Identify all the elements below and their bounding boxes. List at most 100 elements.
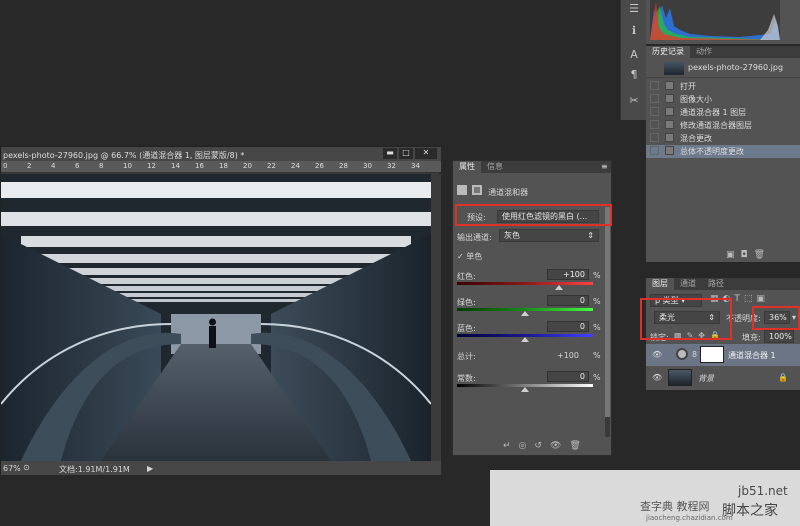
- history-item-selected[interactable]: 总体不透明度更改: [646, 145, 800, 158]
- eye-icon[interactable]: 👁: [652, 373, 662, 382]
- canvas-image[interactable]: [1, 174, 431, 461]
- output-channel-select[interactable]: 灰色 ⇕: [499, 229, 599, 242]
- ruler-tick-label: 14: [171, 162, 180, 170]
- reset-icon[interactable]: ↺: [534, 441, 550, 451]
- constant-value-input[interactable]: 0: [547, 371, 589, 382]
- layer-row-selected[interactable]: 👁 8 通道混合器 1: [646, 344, 800, 366]
- panel-menu-icon[interactable]: ≡: [601, 162, 608, 171]
- red-percent: %: [593, 271, 601, 280]
- blue-slider-thumb[interactable]: [521, 337, 529, 342]
- green-value-input[interactable]: 0: [547, 295, 589, 306]
- ruler-tick-label: 34: [411, 162, 420, 170]
- close-button[interactable]: ✕: [415, 148, 437, 159]
- view-previous-icon[interactable]: ◎: [519, 441, 535, 451]
- fill-label: 填充:: [742, 333, 761, 342]
- green-label: 绿色:: [457, 298, 476, 307]
- history-step-icon: [665, 146, 674, 155]
- history-checkbox[interactable]: [650, 133, 659, 142]
- visibility-icon[interactable]: 👁: [550, 441, 569, 451]
- minimize-button[interactable]: ▬: [383, 148, 397, 159]
- green-slider-thumb[interactable]: [521, 311, 529, 316]
- tab-layers[interactable]: 图层: [646, 278, 674, 290]
- zoom-level[interactable]: 67%: [3, 464, 21, 473]
- history-item[interactable]: 图像大小: [646, 93, 800, 106]
- ruler-tick-label: 4: [51, 162, 56, 170]
- properties-scroll-thumb[interactable]: [605, 207, 610, 417]
- history-item[interactable]: 混合更改: [646, 132, 800, 145]
- history-item[interactable]: 打开: [646, 80, 800, 93]
- layers-tabbar: 图层 通道 路径: [646, 278, 800, 290]
- document-title: pexels-photo-27960.jpg @ 66.7% (通道混合器 1,…: [3, 151, 245, 160]
- fill-input[interactable]: 100%: [764, 330, 794, 343]
- history-checkbox[interactable]: [650, 81, 659, 90]
- character-icon[interactable]: A: [623, 48, 645, 61]
- ruler-tick-label: 24: [291, 162, 300, 170]
- red-value-input[interactable]: +100: [547, 269, 589, 280]
- watermark: 查字典 教程网 jb51.net 脚本之家 jiaocheng.chazidia…: [490, 470, 800, 526]
- history-list: 打开 图像大小 通道混合器 1 图层 修改通道混合器图层 混合更改 总体不透明度…: [646, 80, 800, 158]
- status-menu-arrow[interactable]: ▶: [147, 464, 153, 473]
- tool-presets-icon[interactable]: ✂: [623, 94, 645, 107]
- properties-title: 通道混和器: [488, 188, 529, 197]
- tab-history[interactable]: 历史记录: [646, 46, 690, 58]
- eye-icon[interactable]: 👁: [652, 350, 662, 359]
- type-filter-icon[interactable]: T: [734, 294, 744, 304]
- tab-properties[interactable]: 属性: [453, 161, 481, 173]
- properties-scrollbar[interactable]: [605, 207, 610, 437]
- snapshot-thumbnail: [664, 62, 684, 75]
- history-checkbox[interactable]: [650, 120, 659, 129]
- blue-label: 蓝色:: [457, 324, 476, 333]
- red-slider-track[interactable]: [457, 282, 593, 285]
- history-snapshot[interactable]: pexels-photo-27960.jpg: [646, 60, 800, 78]
- lock-icon: 🔒: [778, 373, 788, 382]
- adjustment-icon: [457, 185, 467, 195]
- red-slider-thumb[interactable]: [555, 285, 563, 290]
- ruler-tick-label: 22: [267, 162, 276, 170]
- history-item[interactable]: 通道混合器 1 图层: [646, 106, 800, 119]
- history-checkbox[interactable]: [650, 107, 659, 116]
- history-item[interactable]: 修改通道混合器图层: [646, 119, 800, 132]
- properties-header: 通道混和器: [457, 185, 528, 198]
- clip-to-layer-icon[interactable]: ↵: [503, 441, 519, 451]
- highlight-blend-mode: [640, 298, 732, 340]
- history-step-icon: [665, 133, 674, 142]
- adjust-icon[interactable]: ☰: [623, 2, 645, 15]
- highlight-preset: [455, 204, 612, 226]
- info-icon[interactable]: ℹ: [623, 24, 645, 37]
- new-document-icon[interactable]: ▣: [726, 250, 741, 260]
- maximize-button[interactable]: □: [399, 148, 413, 159]
- tab-paths[interactable]: 路径: [702, 278, 730, 290]
- tab-actions[interactable]: 动作: [690, 46, 718, 58]
- shape-filter-icon[interactable]: ⬚: [744, 294, 757, 304]
- layer-row[interactable]: 👁 背景 🔒: [646, 367, 800, 389]
- smart-filter-icon[interactable]: ▣: [756, 294, 769, 304]
- total-label: 总计:: [457, 352, 476, 361]
- tab-channels[interactable]: 通道: [674, 278, 702, 290]
- paragraph-icon[interactable]: ¶: [623, 68, 645, 81]
- delete-icon[interactable]: 🗑: [754, 250, 771, 260]
- history-step-icon: [665, 94, 674, 103]
- check-icon: ✓: [457, 252, 464, 261]
- vertical-scrollbar[interactable]: [431, 174, 441, 461]
- tab-info[interactable]: 信息: [481, 161, 509, 173]
- document-window: pexels-photo-27960.jpg @ 66.7% (通道混合器 1,…: [0, 146, 441, 475]
- document-titlebar[interactable]: pexels-photo-27960.jpg @ 66.7% (通道混合器 1,…: [1, 147, 441, 161]
- snapshot-name: pexels-photo-27960.jpg: [688, 63, 784, 72]
- snapshot-icon[interactable]: ◘: [741, 250, 754, 260]
- properties-footer: ↵◎↺👁🗑: [503, 441, 589, 451]
- mask-icon[interactable]: [471, 185, 482, 195]
- watermark-sub: 查字典 教程网: [640, 500, 710, 513]
- blue-value-input[interactable]: 0: [547, 321, 589, 332]
- horizontal-ruler: 0 2 4 6 8 10 12 14 16 18 20 22 24 26 28 30 32 34: [1, 161, 441, 173]
- status-bar: 67% ⊙ 文档:1.91M/1.91M ▶: [1, 461, 441, 475]
- ruler-tick-label: 6: [75, 162, 80, 170]
- constant-slider-thumb[interactable]: [521, 387, 529, 392]
- total-value: +100: [557, 351, 579, 360]
- layer-mask-thumbnail[interactable]: [700, 346, 724, 363]
- history-checkbox[interactable]: [650, 94, 659, 103]
- delete-adjustment-icon[interactable]: 🗑: [569, 441, 588, 451]
- history-checkbox[interactable]: [650, 146, 659, 155]
- constant-label: 常数:: [457, 374, 476, 383]
- history-step-icon: [665, 107, 674, 116]
- monochrome-checkbox[interactable]: ✓ 单色: [457, 251, 482, 262]
